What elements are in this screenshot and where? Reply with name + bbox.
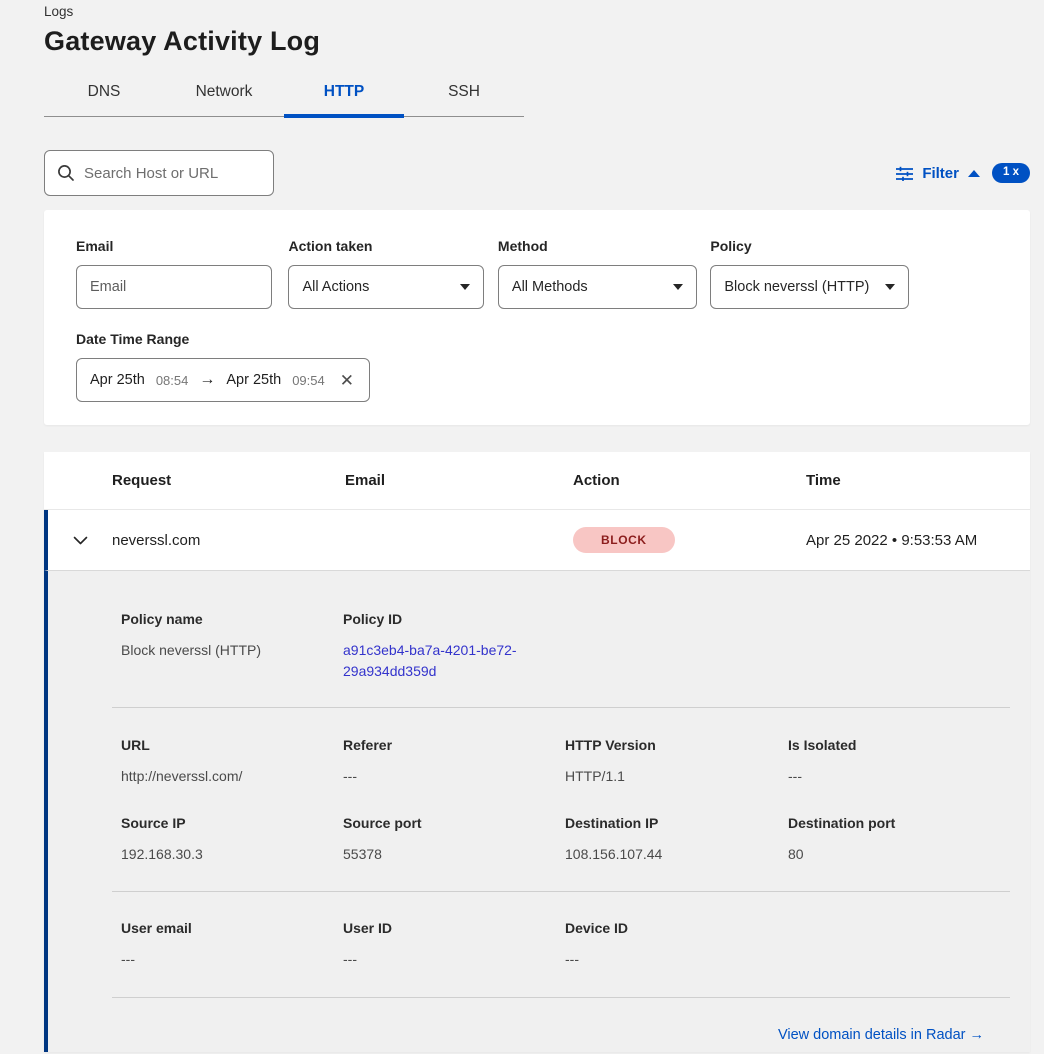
filter-sliders-icon <box>896 166 913 181</box>
user-id-label: User ID <box>343 920 565 937</box>
destination-port-cell: Destination port 80 <box>788 815 1006 865</box>
email-filter-label: Email <box>76 238 272 254</box>
date-range-label: Date Time Range <box>76 331 1030 347</box>
page-title: Gateway Activity Log <box>44 26 1030 57</box>
search-box[interactable] <box>44 150 274 196</box>
destination-port-label: Destination port <box>788 815 1006 832</box>
filter-panel: Email Action taken All Actions Method Al… <box>44 210 1030 425</box>
start-time: 08:54 <box>156 373 189 388</box>
row-expand-chevron-icon[interactable] <box>48 536 112 545</box>
tab-ssh[interactable]: SSH <box>404 73 524 116</box>
chevron-down-icon <box>460 284 470 290</box>
date-range-field: Date Time Range Apr 25th 08:54 → Apr 25t… <box>76 331 1030 402</box>
policy-id-link[interactable]: a91c3eb4-ba7a-4201-be72-29a934dd359d <box>343 640 535 682</box>
email-filter-field: Email <box>76 238 272 309</box>
email-filter-input[interactable] <box>90 279 258 295</box>
col-request: Request <box>112 472 345 489</box>
policy-name-cell: Policy name Block neverssl (HTTP) <box>121 611 343 682</box>
page-content: Logs Gateway Activity Log DNS Network HT… <box>44 0 1030 1052</box>
policy-id-label: Policy ID <box>343 611 565 628</box>
policy-label: Policy <box>710 238 909 254</box>
url-label: URL <box>121 737 343 754</box>
destination-ip-cell: Destination IP 108.156.107.44 <box>565 815 788 865</box>
destination-port-value: 80 <box>788 844 1006 865</box>
policy-value: Block neverssl (HTTP) <box>724 279 869 295</box>
row-expanded-details: Policy name Block neverssl (HTTP) Policy… <box>44 571 1030 1052</box>
action-taken-value: All Actions <box>302 279 369 295</box>
source-ip-cell: Source IP 192.168.30.3 <box>121 815 343 865</box>
filter-toggle[interactable]: Filter 1 x <box>896 163 1030 184</box>
end-time: 09:54 <box>292 373 325 388</box>
device-id-label: Device ID <box>565 920 788 937</box>
tab-dns[interactable]: DNS <box>44 73 164 116</box>
col-email: Email <box>345 472 573 489</box>
log-type-tabs: DNS Network HTTP SSH <box>44 73 524 117</box>
breadcrumb: Logs <box>44 0 1030 19</box>
policy-select[interactable]: Block neverssl (HTTP) <box>710 265 909 309</box>
source-ip-label: Source IP <box>121 815 343 832</box>
destination-ip-value: 108.156.107.44 <box>565 844 788 865</box>
filter-count-badge[interactable]: 1 x <box>992 163 1030 184</box>
policy-field: Policy Block neverssl (HTTP) <box>710 238 909 309</box>
method-label: Method <box>498 238 697 254</box>
end-date: Apr 25th <box>226 372 281 388</box>
referer-value: --- <box>343 766 565 787</box>
is-isolated-label: Is Isolated <box>788 737 1006 754</box>
user-email-cell: User email --- <box>121 920 343 970</box>
clear-date-range-icon[interactable]: ✕ <box>340 372 354 389</box>
source-ip-value: 192.168.30.3 <box>121 844 343 865</box>
row-request: neverssl.com <box>112 532 345 549</box>
user-email-label: User email <box>121 920 343 937</box>
row-action: BLOCK <box>573 527 806 553</box>
url-value: http://neverssl.com/ <box>121 766 343 787</box>
action-taken-select[interactable]: All Actions <box>288 265 484 309</box>
device-id-value: --- <box>565 949 788 970</box>
user-id-value: --- <box>343 949 565 970</box>
search-icon <box>57 164 75 182</box>
source-port-value: 55378 <box>343 844 565 865</box>
tab-network[interactable]: Network <box>164 73 284 116</box>
http-version-value: HTTP/1.1 <box>565 766 788 787</box>
chevron-down-icon <box>673 284 683 290</box>
date-range-picker[interactable]: Apr 25th 08:54 → Apr 25th 09:54 ✕ <box>76 358 370 402</box>
destination-ip-label: Destination IP <box>565 815 788 832</box>
url-cell: URL http://neverssl.com/ <box>121 737 343 787</box>
http-version-label: HTTP Version <box>565 737 788 754</box>
chevron-down-icon <box>885 284 895 290</box>
policy-id-cell: Policy ID a91c3eb4-ba7a-4201-be72-29a934… <box>343 611 565 682</box>
col-time: Time <box>806 472 1030 489</box>
tab-http[interactable]: HTTP <box>284 73 404 116</box>
table-header: Request Email Action Time <box>44 452 1030 510</box>
filter-label: Filter <box>922 165 959 182</box>
block-action-badge: BLOCK <box>573 527 675 553</box>
policy-name-value: Block neverssl (HTTP) <box>121 640 343 661</box>
activity-log-table: Request Email Action Time neverssl.com B… <box>44 452 1030 1052</box>
is-isolated-value: --- <box>788 766 1006 787</box>
collapse-caret-icon <box>968 170 980 177</box>
user-email-value: --- <box>121 949 343 970</box>
source-port-cell: Source port 55378 <box>343 815 565 865</box>
is-isolated-cell: Is Isolated --- <box>788 737 1006 787</box>
http-version-cell: HTTP Version HTTP/1.1 <box>565 737 788 787</box>
policy-name-label: Policy name <box>121 611 343 628</box>
search-filter-row: Filter 1 x <box>44 150 1030 196</box>
method-field: Method All Methods <box>498 238 697 309</box>
col-action: Action <box>573 472 806 489</box>
action-taken-field: Action taken All Actions <box>288 238 484 309</box>
referer-cell: Referer --- <box>343 737 565 787</box>
search-input[interactable] <box>84 165 254 182</box>
range-arrow-icon: → <box>199 371 215 389</box>
device-id-cell: Device ID --- <box>565 920 788 970</box>
source-port-label: Source port <box>343 815 565 832</box>
method-value: All Methods <box>512 279 588 295</box>
referer-label: Referer <box>343 737 565 754</box>
method-select[interactable]: All Methods <box>498 265 697 309</box>
start-date: Apr 25th <box>90 372 145 388</box>
action-taken-label: Action taken <box>288 238 484 254</box>
view-in-radar-link[interactable]: View domain details in Radar → <box>778 1027 984 1043</box>
table-row[interactable]: neverssl.com BLOCK Apr 25 2022 • 9:53:53… <box>44 510 1030 571</box>
row-time: Apr 25 2022 • 9:53:53 AM <box>806 532 1030 549</box>
user-id-cell: User ID --- <box>343 920 565 970</box>
